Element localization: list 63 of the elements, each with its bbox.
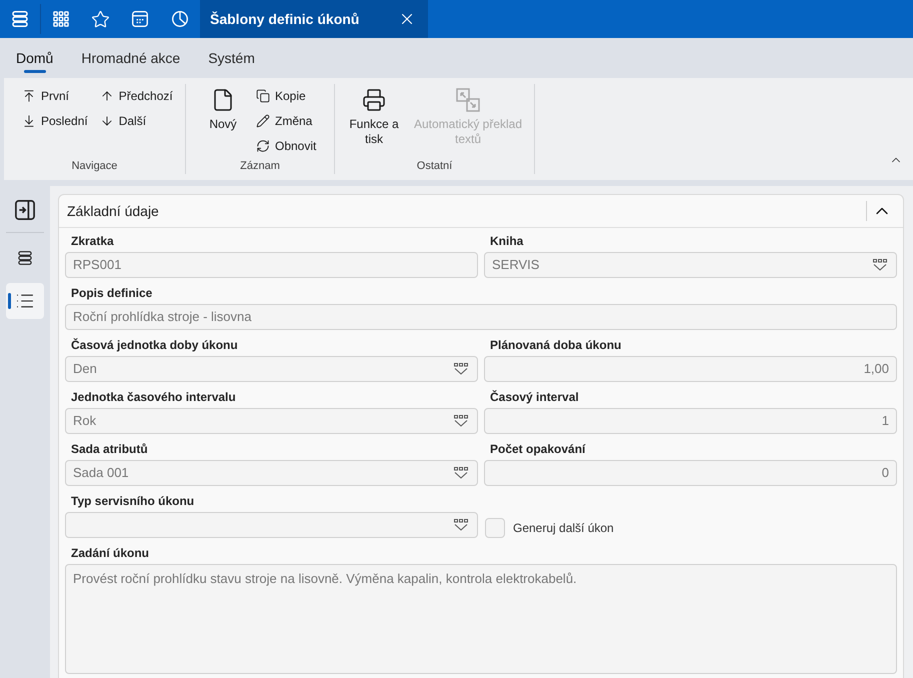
- ribbon-button[interactable]: První: [18, 84, 92, 108]
- squares-arrow-icon: [456, 88, 480, 112]
- field-label: Zadání úkonu: [71, 545, 149, 562]
- ribbon-tab[interactable]: Domů: [2, 38, 68, 78]
- sidebar-item[interactable]: [6, 283, 44, 319]
- ribbon-tab[interactable]: Hromadné akce: [67, 38, 194, 78]
- dots-chevron-icon: [454, 415, 468, 427]
- ribbon-button[interactable]: Změna: [252, 109, 320, 133]
- ribbon-button[interactable]: Nový: [200, 84, 246, 132]
- printer-icon: [362, 88, 386, 112]
- dots-grid-icon: [52, 11, 68, 27]
- pencil-icon: [256, 114, 270, 128]
- ribbon-button[interactable]: Obnovit: [252, 134, 320, 158]
- ribbon-button[interactable]: Poslední: [18, 109, 92, 133]
- dots-chevron-icon: [873, 259, 887, 271]
- field-label: Zkratka: [71, 233, 114, 250]
- stack-icon: [18, 251, 32, 265]
- copy-icon: [256, 89, 270, 103]
- arrow-up-icon: [100, 89, 114, 103]
- arrow-down-icon: [100, 114, 114, 128]
- group-label: Ostatní: [416, 159, 454, 174]
- ribbon-button[interactable]: Další: [96, 109, 177, 133]
- field-label: Časová jednotka doby úkonu: [71, 337, 238, 354]
- arrow-up-to-line-icon: [22, 89, 36, 103]
- refresh-icon: [256, 139, 270, 153]
- dropdown-field[interactable]: Sada 001: [65, 460, 478, 486]
- calendar-icon: [132, 11, 148, 27]
- group-label: Navigace: [70, 159, 118, 174]
- dots-chevron-icon: [454, 363, 468, 375]
- field-label: Plánovaná doba úkonu: [490, 337, 622, 354]
- field-label: Kniha: [490, 233, 524, 250]
- checkbox[interactable]: [485, 518, 505, 538]
- dropdown-field[interactable]: SERVIS: [484, 252, 897, 278]
- group-label: Záznam: [239, 159, 281, 174]
- ribbon-button[interactable]: Předchozí: [96, 84, 177, 108]
- ribbon-tab[interactable]: Systém: [194, 38, 269, 78]
- checkbox-label: Generuj další úkon: [513, 520, 614, 537]
- document-tab[interactable]: Šablony definic úkonů: [200, 0, 428, 38]
- input-field[interactable]: RPS001: [65, 252, 478, 278]
- star-icon: [90, 10, 110, 28]
- dropdown-field[interactable]: Den: [65, 356, 478, 382]
- pie-chart-icon: [172, 11, 188, 27]
- stack-icon: [12, 11, 28, 27]
- field-label: Jednotka časového intervalu: [71, 389, 236, 406]
- field-label: Sada atributů: [71, 441, 148, 458]
- dots-chevron-icon: [454, 519, 468, 531]
- dropdown-field[interactable]: Rok: [65, 408, 478, 434]
- ribbon-button[interactable]: Funkce a tisk: [345, 84, 403, 147]
- ribbon-button[interactable]: Kopie: [252, 84, 320, 108]
- field-label: Počet opakování: [490, 441, 586, 458]
- text-area[interactable]: Provést roční prohlídku stavu stroje na lisovně. Výměna kapalin, kontrola elektrokabelů.: [65, 564, 897, 674]
- number-field[interactable]: 1: [484, 408, 897, 434]
- dropdown-field[interactable]: [65, 512, 478, 538]
- number-field[interactable]: 0: [484, 460, 897, 486]
- number-field[interactable]: 1,00: [484, 356, 897, 382]
- field-label: Popis definice: [71, 285, 152, 302]
- field-label: Časový interval: [490, 389, 579, 406]
- tab-title: Šablony definic úkonů: [210, 10, 360, 29]
- field-label: Typ servisního úkonu: [71, 493, 194, 510]
- input-field[interactable]: Roční prohlídka stroje - lisovna: [65, 304, 897, 330]
- section-title: Základní údaje: [67, 202, 160, 221]
- dots-chevron-icon: [454, 467, 468, 479]
- arrow-down-to-line-icon: [22, 114, 36, 128]
